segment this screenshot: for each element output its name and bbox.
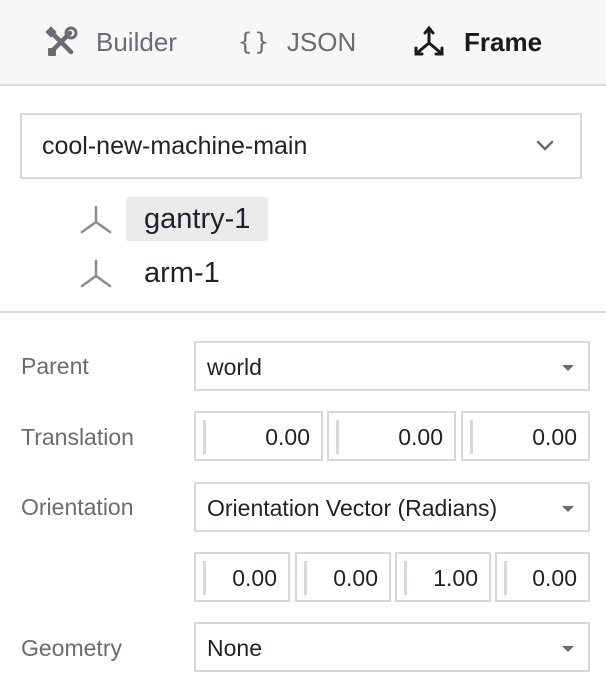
parent-select[interactable]: world [194,341,590,391]
machine-select-value: cool-new-machine-main [42,132,308,160]
drag-handle[interactable] [203,420,206,454]
frame-icon [78,255,114,291]
orientation-label: Orientation [21,494,134,520]
tab-frame[interactable]: Frame [412,22,542,62]
orientation-theta-input[interactable]: 0.00 [495,552,590,602]
frame-axes-icon [412,25,446,59]
translation-y-value: 0.00 [398,424,443,450]
orientation-type-select[interactable]: Orientation Vector (Radians) [194,482,590,532]
braces-icon: {} [238,28,271,56]
tab-json-label: JSON [286,26,357,57]
parent-select-value: world [207,354,262,380]
caret-down-icon [562,365,574,371]
orientation-type-value: Orientation Vector (Radians) [207,495,498,521]
frame-tree-label: arm-1 [144,256,220,289]
orientation-oy-value: 0.00 [333,565,378,591]
translation-z-input[interactable]: 0.00 [461,411,590,461]
drag-handle[interactable] [504,561,507,595]
wrench-screwdriver-icon [44,25,78,59]
orientation-ox-input[interactable]: 0.00 [194,552,290,602]
drag-handle[interactable] [336,420,339,454]
translation-x-input[interactable]: 0.00 [194,411,323,461]
section-divider [0,311,606,313]
orientation-ox-value: 0.00 [232,565,277,591]
tab-builder[interactable]: Builder [44,22,177,62]
frame-tree-item-arm-1[interactable]: arm-1 [0,251,400,295]
geometry-select-value: None [207,635,262,661]
tab-builder-label: Builder [96,26,177,57]
frame-icon [78,201,114,237]
chevron-down-icon [534,135,556,157]
geometry-label: Geometry [21,635,122,661]
translation-x-value: 0.00 [265,424,310,450]
orientation-oz-value: 1.00 [433,565,478,591]
drag-handle[interactable] [203,561,206,595]
parent-label: Parent [21,353,89,379]
orientation-theta-value: 0.00 [532,565,577,591]
caret-down-icon [562,646,574,652]
tab-json[interactable]: {} JSON [238,22,356,62]
tab-bar: Builder {} JSON Frame [0,0,606,86]
frame-tree-item-gantry-1[interactable]: gantry-1 [0,197,400,241]
orientation-oy-input[interactable]: 0.00 [295,552,391,602]
drag-handle[interactable] [404,561,407,595]
drag-handle[interactable] [304,561,307,595]
machine-select[interactable]: cool-new-machine-main [20,113,582,179]
orientation-oz-input[interactable]: 1.00 [395,552,491,602]
drag-handle[interactable] [470,420,473,454]
frame-tree-label: gantry-1 [126,197,269,241]
tab-frame-label: Frame [464,26,543,57]
translation-y-input[interactable]: 0.00 [327,411,456,461]
translation-label: Translation [21,424,134,450]
geometry-select[interactable]: None [194,622,590,672]
caret-down-icon [562,506,574,512]
translation-z-value: 0.00 [532,424,577,450]
